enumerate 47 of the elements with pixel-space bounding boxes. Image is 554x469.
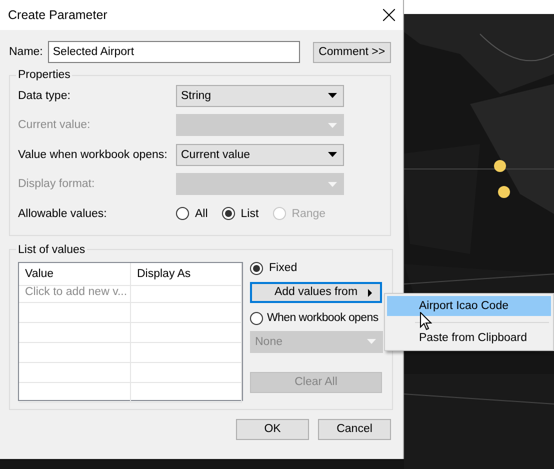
menu-item[interactable]: Airport Icao Code [387,296,551,316]
field-label: Current value: [18,119,90,132]
table-cell[interactable] [19,382,131,402]
table-cell[interactable] [19,322,131,342]
radio-button[interactable] [176,207,189,220]
field-label: Data type: [18,90,70,102]
add-values-button[interactable]: Add values from [250,282,382,302]
column-header: Value [19,262,131,286]
window-title: Create Parameter [8,8,108,22]
comment-button[interactable]: Comment >> [312,42,391,62]
name-field[interactable]: Selected Airport [48,41,300,63]
radio-label[interactable]: All [195,208,208,220]
table-cell[interactable] [131,362,242,382]
cancel-button[interactable]: Cancel [318,418,391,440]
ok-button[interactable]: OK [236,418,309,440]
radio-button[interactable] [250,262,263,274]
close-icon[interactable] [383,9,395,21]
radio-label[interactable]: Fixed [269,262,298,274]
caret-icon [367,339,376,344]
values-table[interactable]: Value Display As Click to add new v... [18,262,243,400]
group-title: List of values [17,244,86,256]
group-title: Properties [17,69,72,81]
field-label: Value when workbook opens: [18,148,168,161]
menu-item[interactable]: Paste from Clipboard [387,328,551,348]
table-cell[interactable] [19,342,131,362]
radio-button[interactable] [222,207,235,220]
caret-icon [328,152,337,158]
name-label: Name: [9,46,43,58]
caret-icon [328,122,337,128]
radio-label[interactable]: List [240,208,259,220]
cursor-icon [420,312,432,331]
dropdown[interactable]: String [176,84,344,107]
table-cell[interactable] [19,362,131,382]
column-header: Display As [131,262,242,286]
field-label: Allowable values: [18,208,107,220]
table-cell[interactable] [19,302,131,322]
caret-icon [328,182,337,187]
table-cell[interactable] [131,322,242,342]
radio-button[interactable] [250,312,263,324]
field-label: Display format: [18,178,95,190]
radio-label[interactable]: When workbook opens [267,312,378,324]
table-cell[interactable] [131,382,242,402]
table-cell[interactable] [131,302,242,322]
dropdown[interactable]: Current value [176,144,344,166]
submenu-arrow-icon [368,288,372,296]
table-cell[interactable] [131,342,242,362]
caret-icon [328,93,337,98]
